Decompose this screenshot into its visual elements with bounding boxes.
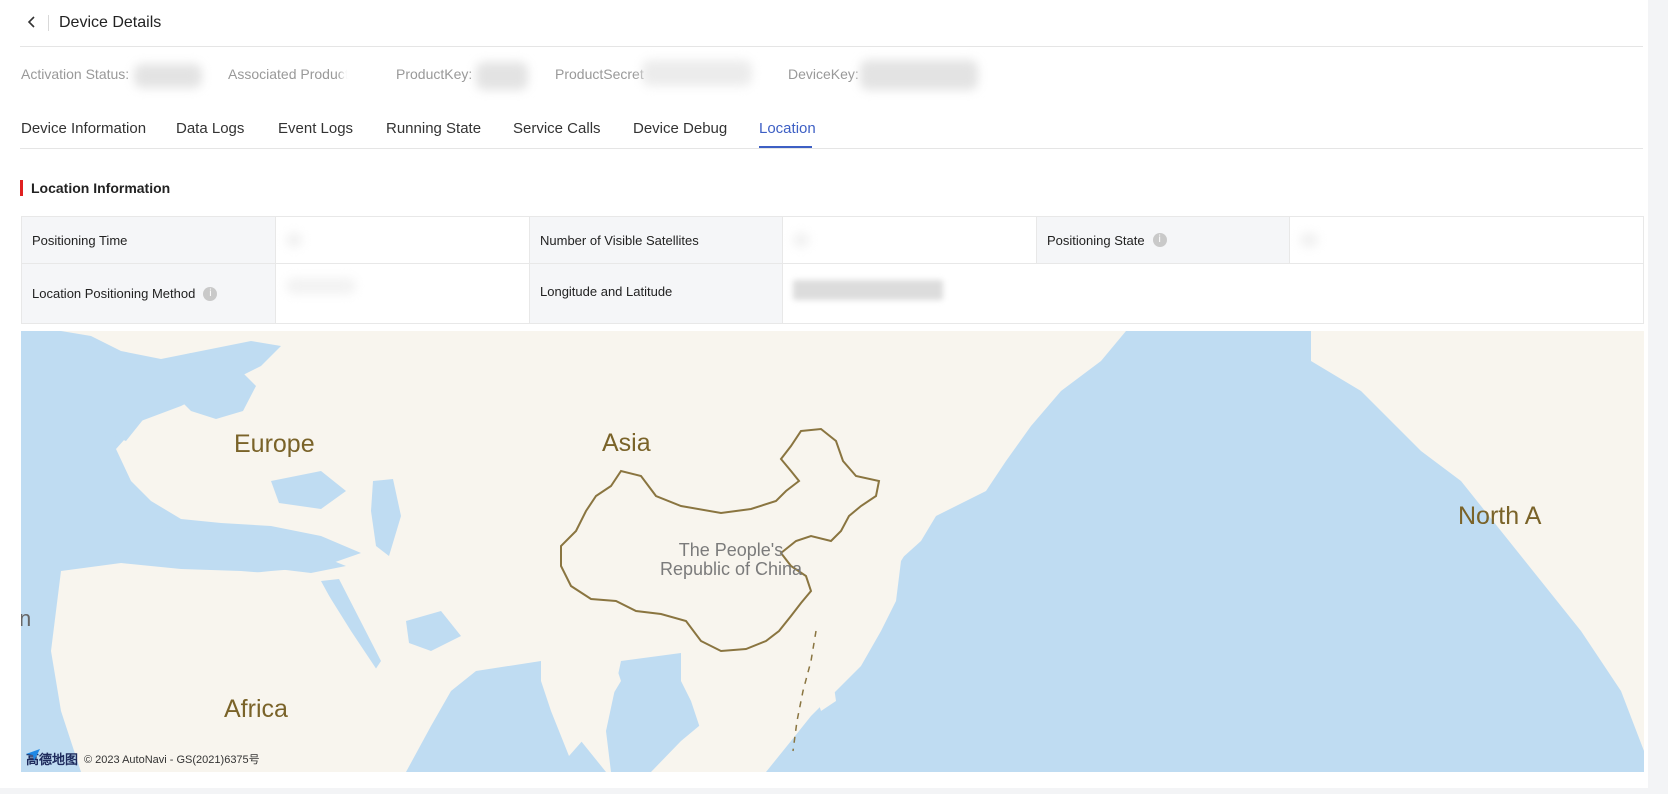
map-attribution: 高德地图 © 2023 AutoNavi - GS(2021)6375号: [26, 749, 260, 768]
lon-lat-redacted: [793, 280, 943, 300]
positioning-time-value: [276, 217, 530, 264]
map-label-asia: Asia: [602, 429, 651, 457]
info-icon[interactable]: i: [1152, 233, 1167, 247]
positioning-method-value: [276, 264, 530, 323]
page-header: Device Details: [20, 0, 1643, 47]
location-info-table: Positioning Time Number of Visible Satel…: [21, 216, 1644, 324]
activation-status-label: Activation Status:: [21, 66, 130, 82]
amap-logo: 高德地图: [26, 749, 78, 768]
product-key-value-redacted: [476, 62, 528, 90]
product-secret-value-redacted: [642, 60, 752, 86]
activation-status-value-redacted: [134, 64, 202, 88]
positioning-time-redacted: [286, 233, 302, 247]
info-icon[interactable]: i: [203, 286, 218, 301]
positioning-time-text: Positioning Time: [32, 232, 128, 248]
map-copyright: © 2023 AutoNavi - GS(2021)6375号: [84, 753, 260, 766]
associated-product-label: Associated Product: [228, 66, 349, 82]
map-label-europe: Europe: [234, 430, 315, 458]
tab-device-information[interactable]: Device Information: [21, 120, 146, 137]
positioning-state-redacted: [1300, 233, 1318, 247]
positioning-state-label: Positioning State i: [1037, 217, 1290, 264]
visible-satellites-label: Number of Visible Satellites: [530, 217, 783, 264]
map-label-china: The People's Republic of China: [651, 541, 811, 579]
map-label-africa: Africa: [224, 695, 288, 723]
china-label-line2: Republic of China: [659, 559, 803, 579]
product-key-label: ProductKey:: [396, 66, 473, 82]
positioning-state-value: [1290, 217, 1643, 264]
section-title: Location Information: [20, 180, 170, 196]
tab-running-state[interactable]: Running State: [386, 120, 481, 137]
map-label-left-edge: n: [21, 606, 32, 631]
location-map[interactable]: Europe Asia Africa North A n The People'…: [21, 331, 1644, 772]
positioning-method-redacted: [286, 277, 356, 294]
positioning-method-label: Location Positioning Method i: [22, 264, 276, 323]
device-details-page: Device Details Activation Status: Associ…: [0, 0, 1648, 788]
product-secret-label: ProductSecret: [555, 66, 644, 82]
lon-lat-value: [783, 264, 1643, 323]
lon-lat-text: Longitude and Latitude: [540, 284, 673, 299]
positioning-time-label: Positioning Time: [22, 217, 276, 264]
tab-data-logs[interactable]: Data Logs: [176, 120, 244, 137]
positioning-method-text: Location Positioning Method: [32, 286, 196, 301]
tab-event-logs[interactable]: Event Logs: [278, 120, 353, 137]
tab-location[interactable]: Location: [759, 120, 816, 137]
china-label-line1: The People's: [678, 540, 784, 560]
positioning-state-text: Positioning State: [1047, 232, 1145, 248]
tab-service-calls[interactable]: Service Calls: [513, 120, 601, 137]
back-arrow-icon[interactable]: [24, 14, 40, 30]
active-tab-indicator: [759, 146, 812, 148]
map-label-north-america: North A: [1458, 502, 1542, 530]
visible-satellites-value: [783, 217, 1037, 264]
tab-bar: Device Information Data Logs Event Logs …: [20, 106, 1643, 149]
visible-satellites-redacted: [793, 233, 809, 247]
visible-satellites-text: Number of Visible Satellites: [540, 232, 699, 248]
header-divider: [48, 15, 49, 31]
tab-device-debug[interactable]: Device Debug: [633, 120, 727, 137]
amap-arrow-icon: [26, 749, 40, 761]
device-key-value-redacted: [860, 60, 978, 90]
associated-product-value-redacted: [342, 62, 378, 88]
lon-lat-label: Longitude and Latitude: [530, 264, 783, 323]
page-title: Device Details: [59, 14, 162, 31]
device-key-label: DeviceKey:: [788, 66, 859, 82]
